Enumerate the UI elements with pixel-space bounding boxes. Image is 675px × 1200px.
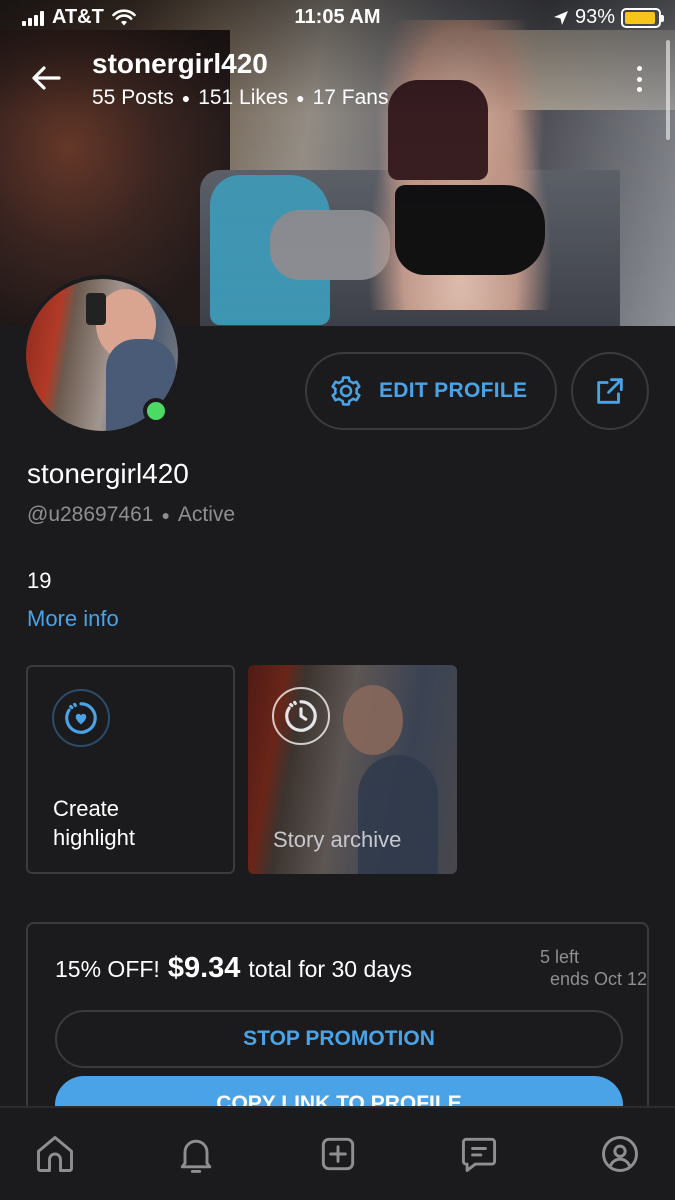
battery-percent: 93%	[574, 6, 615, 28]
promotion-remaining: 5 left	[539, 947, 579, 967]
more-options-button[interactable]	[629, 62, 649, 96]
nav-profile[interactable]	[595, 1129, 645, 1179]
more-dot	[636, 76, 642, 82]
online-status-dot	[143, 398, 169, 424]
story-archive-label: Story archive	[273, 827, 402, 852]
more-vertical-icon	[636, 66, 642, 71]
promotion-discount: 15% OFF!	[55, 956, 160, 982]
edit-profile-button[interactable]: EDIT PROFILE	[305, 352, 557, 430]
handle-row: @u28697461 ● Active	[27, 503, 235, 527]
status-right: 93%	[553, 6, 664, 29]
location-arrow-icon	[553, 10, 568, 25]
bottom-nav	[0, 1106, 675, 1200]
separator-dot: ●	[296, 90, 305, 106]
battery-icon	[621, 7, 664, 28]
stop-promotion-button[interactable]: STOP PROMOTION	[55, 1010, 623, 1068]
separator-dot: ●	[181, 90, 191, 106]
bell-icon	[181, 1139, 212, 1173]
highlight-heart-icon	[65, 702, 97, 734]
share-profile-button[interactable]	[571, 352, 649, 430]
more-dot	[636, 87, 642, 92]
nav-messages[interactable]	[454, 1129, 504, 1179]
posts-count[interactable]: 55 Posts	[92, 86, 174, 110]
fans-count[interactable]: 17 Fans	[313, 86, 389, 110]
header-title: stonergirl420	[92, 48, 268, 79]
share-icon	[597, 378, 623, 404]
profile-icon	[602, 1136, 638, 1172]
story-archive-tile[interactable]: Story archive	[248, 665, 457, 874]
display-name: stonergirl420	[27, 458, 189, 489]
home-icon	[37, 1136, 73, 1172]
likes-count: 151 Likes	[198, 86, 289, 109]
archive-icon-ring	[272, 687, 330, 745]
more-info-link[interactable]: More info	[27, 606, 119, 632]
profile-header: stonergirl420 55 Posts ● 151 Likes ● 17 …	[0, 40, 675, 120]
gear-icon	[331, 376, 361, 406]
promotion-duration: total for 30 days	[248, 956, 413, 982]
status-bar: AT&T 11:05 AM 93%	[0, 0, 675, 36]
promotion-end-date: ends Oct 12	[549, 969, 647, 989]
create-highlight-tile[interactable]: Create highlight	[26, 665, 235, 874]
activity-status: Active	[177, 503, 236, 526]
promotion-meta: 5 left ends Oct 12	[539, 946, 647, 990]
add-post-icon	[321, 1137, 354, 1171]
header-stats: 55 Posts ● 151 Likes ● 17 Fans	[92, 86, 388, 110]
username-handle: @u28697461	[27, 503, 154, 526]
promotion-price: $9.34	[167, 952, 241, 984]
back-arrow-icon	[32, 66, 61, 90]
nav-home[interactable]	[30, 1129, 80, 1179]
avatar-body	[106, 339, 176, 431]
nav-notifications[interactable]	[171, 1129, 221, 1179]
promotion-offer: 15% OFF! $9.34 total for 30 days	[55, 952, 412, 985]
avatar-phone	[86, 293, 106, 325]
edit-profile-label: EDIT PROFILE	[379, 379, 528, 402]
highlight-icon-ring	[52, 689, 110, 747]
separator-dot: ●	[161, 507, 170, 523]
create-highlight-label: Create highlight	[53, 796, 135, 850]
nav-add-post[interactable]	[313, 1129, 363, 1179]
back-button[interactable]	[26, 58, 66, 98]
battery-fill	[625, 11, 655, 24]
bio-text: 19	[27, 568, 52, 593]
messages-icon	[461, 1137, 496, 1172]
clock-icon	[285, 700, 317, 732]
